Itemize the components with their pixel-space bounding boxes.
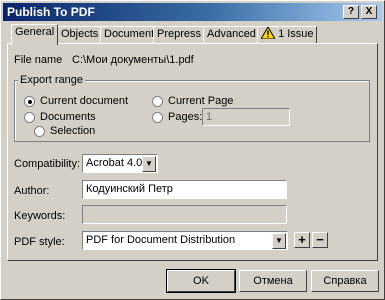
export-range-legend: Export range (18, 74, 85, 86)
tab-general[interactable]: General (11, 24, 59, 45)
window-title: Publish To PDF (7, 5, 95, 19)
publish-to-pdf-dialog: Publish To PDF ? X General Objects Docum… (0, 0, 385, 300)
tab-objects[interactable]: Objects (57, 26, 103, 43)
radio-current-page[interactable] (152, 96, 163, 107)
author-value: Кодуинский Петр (86, 183, 173, 195)
documents-label: Documents (40, 111, 96, 123)
selection-label: Selection (50, 125, 96, 137)
general-tab-panel: File name C:\Мои документы\1.pdf Export … (7, 43, 378, 261)
tab-issues[interactable]: 1 Issue (257, 26, 317, 43)
radio-dot (28, 100, 32, 104)
compatibility-dropdown[interactable]: Acrobat 4.0 ▼ (82, 154, 158, 173)
current-document-label: Current document (40, 95, 129, 107)
file-name-value: C:\Мои документы\1.pdf (72, 54, 194, 66)
tab-label: Prepress (157, 28, 202, 40)
file-name-label: File name (14, 54, 63, 66)
cancel-button[interactable]: Отмена (239, 270, 307, 292)
tab-label: 1 Issue (278, 28, 314, 40)
ok-button[interactable]: OK (166, 269, 236, 293)
author-label: Author: (14, 185, 50, 197)
tab-label: General (15, 26, 55, 38)
keywords-label: Keywords: (14, 210, 66, 222)
author-input[interactable]: Кодуинский Петр (82, 180, 287, 199)
help-title-button[interactable]: ? (343, 5, 359, 19)
compatibility-value: Acrobat 4.0 (86, 157, 143, 169)
radio-selection[interactable] (34, 126, 45, 137)
radio-pages[interactable] (152, 112, 163, 123)
current-page-label: Current Page (168, 95, 234, 107)
tab-document[interactable]: Document (100, 26, 159, 43)
tab-advanced[interactable]: Advanced (203, 26, 260, 43)
remove-style-button[interactable]: − (312, 232, 328, 248)
help-button[interactable]: Справка (311, 270, 379, 292)
pdf-style-label: PDF style: (14, 236, 65, 248)
tab-label: Document (104, 28, 155, 40)
compatibility-label: Compatibility: (14, 158, 81, 170)
add-style-button[interactable]: + (294, 232, 310, 248)
title-bar[interactable]: Publish To PDF ? X (3, 3, 382, 21)
keywords-input[interactable] (82, 205, 287, 224)
chevron-down-icon[interactable]: ▼ (142, 156, 156, 172)
pdf-style-value: PDF for Document Distribution (86, 234, 236, 246)
chevron-down-icon[interactable]: ▼ (272, 233, 286, 249)
tab-prepress[interactable]: Prepress (153, 26, 206, 43)
pages-input-value: 1 (206, 111, 213, 123)
close-button[interactable]: X (361, 5, 377, 19)
radio-documents[interactable] (24, 112, 35, 123)
tab-label: Advanced (207, 28, 256, 40)
pages-input[interactable]: 1 (202, 108, 290, 126)
pages-label: Pages: (168, 111, 203, 123)
tab-label: Objects (61, 28, 99, 40)
pdf-style-dropdown[interactable]: PDF for Document Distribution ▼ (82, 231, 288, 250)
radio-current-document[interactable] (24, 96, 35, 107)
warning-icon (260, 26, 276, 40)
